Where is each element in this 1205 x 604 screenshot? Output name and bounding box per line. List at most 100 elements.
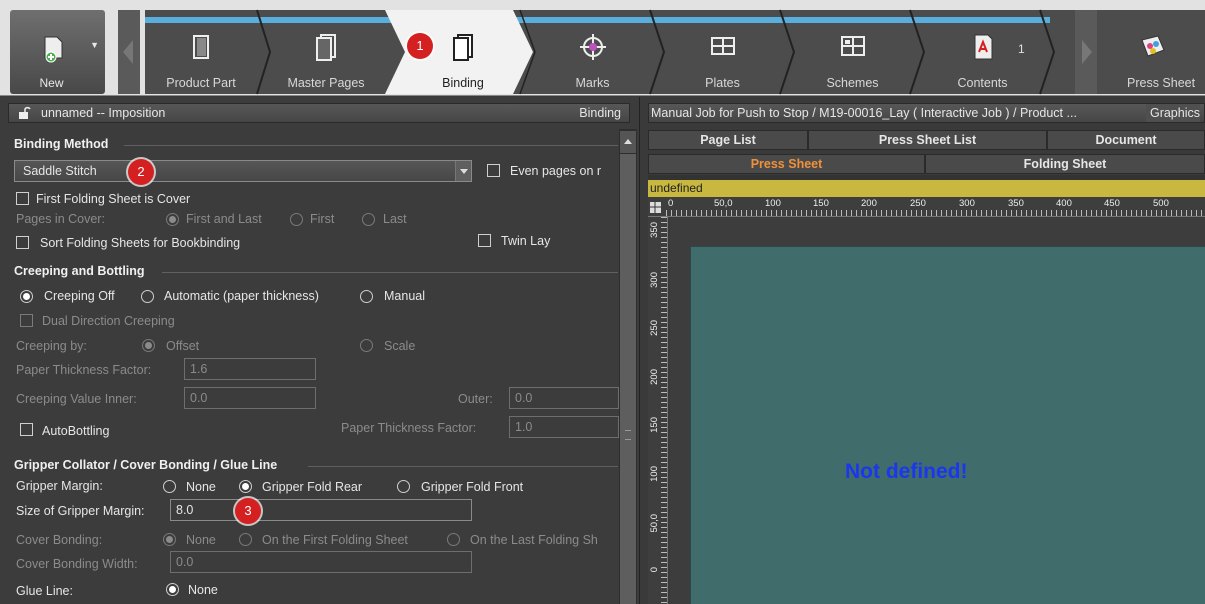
step-marks[interactable]: Marks (530, 10, 655, 94)
creeping-by-offset-radio[interactable] (142, 339, 155, 352)
ruler-label: 450 (1104, 198, 1120, 209)
tab-page-list[interactable]: Page List (648, 130, 808, 150)
ruler-label: 250 (649, 320, 660, 336)
step-plates[interactable]: Plates (660, 10, 785, 94)
even-pages-label: Even pages on r (510, 164, 602, 178)
creeping-value-inner-input[interactable]: 0.0 (184, 387, 316, 409)
tab-document[interactable]: Document (1047, 130, 1205, 150)
press-sheet-canvas[interactable] (690, 246, 1205, 604)
step-master-pages[interactable]: Master Pages (262, 10, 390, 94)
twin-lay-label: Twin Lay (501, 234, 551, 248)
first-folding-cover-label: First Folding Sheet is Cover (36, 192, 191, 206)
radio-label: Last (383, 212, 407, 226)
contents-count: 1 (1018, 42, 1025, 56)
ruler-minor-ticks (666, 210, 1205, 216)
glue-line-none-radio[interactable] (166, 583, 179, 596)
job-title: Manual Job for Push to Stop / M19-00016_… (651, 106, 1077, 120)
creeping-by-scale-radio[interactable] (360, 339, 373, 352)
callout-badge-1: 1 (407, 33, 433, 59)
scrollbar-thumb[interactable] (620, 154, 636, 604)
radio-label: Offset (166, 339, 200, 353)
cover-bonding-width-label: Cover Bonding Width: (16, 557, 138, 571)
twin-lay-checkbox[interactable] (478, 234, 491, 247)
ruler-label: 400 (1056, 198, 1072, 209)
tab-press-sheet[interactable]: Press Sheet (648, 154, 925, 174)
binding-method-select[interactable]: Saddle Stitch (14, 160, 472, 182)
divider (162, 272, 618, 273)
workflow-toolbar: ▼ New Product Part Master Pages Binding … (0, 0, 1205, 96)
step-product-part[interactable]: Product Part (145, 10, 257, 94)
dual-direction-label: Dual Direction Creeping (42, 314, 175, 328)
panel-title: unnamed -- Imposition (41, 106, 166, 120)
paper-thickness-factor-input[interactable]: 1.6 (184, 358, 316, 380)
ruler-label: 100 (649, 466, 660, 482)
gripper-fold-rear-radio[interactable] (239, 480, 252, 493)
gripper-none-radio[interactable] (163, 480, 176, 493)
unlock-icon[interactable] (17, 106, 31, 120)
ruler-label: 150 (813, 198, 829, 209)
scroll-left-button[interactable] (118, 10, 140, 94)
sort-folding-sheets-checkbox[interactable] (16, 236, 29, 249)
radio-label: On the First Folding Sheet (262, 533, 408, 547)
master-pages-icon (316, 34, 336, 61)
first-folding-cover-checkbox[interactable] (16, 192, 29, 205)
ruler-label: 0 (668, 198, 674, 209)
schemes-icon (840, 36, 865, 56)
tab-folding-sheet[interactable]: Folding Sheet (925, 154, 1205, 174)
left-panel-scrollbar[interactable] (619, 129, 637, 604)
cover-bonding-none-radio[interactable] (163, 533, 176, 546)
cover-bonding-last-radio[interactable] (447, 533, 460, 546)
horizontal-ruler: 0 50,0 100 150 200 250 300 350 400 450 5… (648, 197, 1205, 217)
radio-label: Gripper Fold Rear (262, 480, 363, 494)
new-button[interactable]: ▼ New (10, 10, 105, 94)
step-label: Binding (442, 76, 484, 90)
outer-input[interactable]: 0.0 (509, 387, 619, 409)
divider (124, 145, 618, 146)
gripper-fold-front-radio[interactable] (397, 480, 410, 493)
ruler-label: 0 (649, 567, 660, 573)
pages-in-cover-first-and-last-radio[interactable] (166, 213, 179, 226)
even-pages-checkbox[interactable] (487, 164, 500, 177)
radio-label: None (188, 583, 218, 597)
step-label: Press Sheet (1127, 76, 1196, 90)
creeping-automatic-radio[interactable] (141, 290, 154, 303)
scroll-up-button[interactable] (620, 131, 636, 153)
autobottling-factor-input[interactable]: 1.0 (509, 416, 619, 438)
ruler-label: 300 (959, 198, 975, 209)
tab-press-sheet-list[interactable]: Press Sheet List (808, 130, 1047, 150)
creeping-heading: Creeping and Bottling (14, 264, 145, 278)
creeping-off-radio[interactable] (20, 290, 33, 303)
dual-direction-checkbox[interactable] (20, 314, 33, 327)
chevron-down-icon[interactable] (455, 161, 471, 181)
not-defined-message: Not defined! (845, 460, 968, 483)
contents-icon (974, 34, 992, 60)
new-icon (44, 36, 63, 63)
creeping-manual-radio[interactable] (360, 290, 373, 303)
step-contents[interactable]: Contents (920, 10, 1045, 94)
divider (308, 466, 618, 467)
scroll-right-button[interactable] (1075, 10, 1097, 94)
marks-icon (579, 34, 606, 60)
cover-bonding-width-input[interactable]: 0.0 (170, 551, 472, 573)
radio-label: Scale (384, 339, 416, 353)
autobottling-checkbox[interactable] (20, 423, 33, 436)
step-label: Master Pages (287, 76, 365, 90)
autobottling-factor-label: Paper Thickness Factor: (341, 421, 477, 435)
step-schemes[interactable]: Schemes (790, 10, 915, 94)
step-label: Schemes (826, 76, 879, 90)
ruler-label: 200 (649, 369, 660, 385)
cover-bonding-label: Cover Bonding: (16, 533, 103, 547)
callout-badge-2: 2 (128, 159, 154, 185)
step-press-sheet[interactable]: Press Sheet (1097, 10, 1205, 94)
new-dropdown-arrow-icon[interactable]: ▼ (90, 40, 99, 50)
pages-in-cover-last-radio[interactable] (362, 213, 375, 226)
radio-label: Manual (384, 289, 425, 303)
gripper-size-input[interactable]: 8.0 (170, 499, 472, 521)
step-label: Product Part (166, 76, 236, 90)
radio-label: First (310, 212, 335, 226)
panel-section-label: Binding (579, 106, 621, 120)
ruler-label: 500 (1153, 198, 1169, 209)
ruler-label: 50,0 (649, 514, 660, 533)
pages-in-cover-first-radio[interactable] (290, 213, 303, 226)
cover-bonding-first-radio[interactable] (239, 533, 252, 546)
